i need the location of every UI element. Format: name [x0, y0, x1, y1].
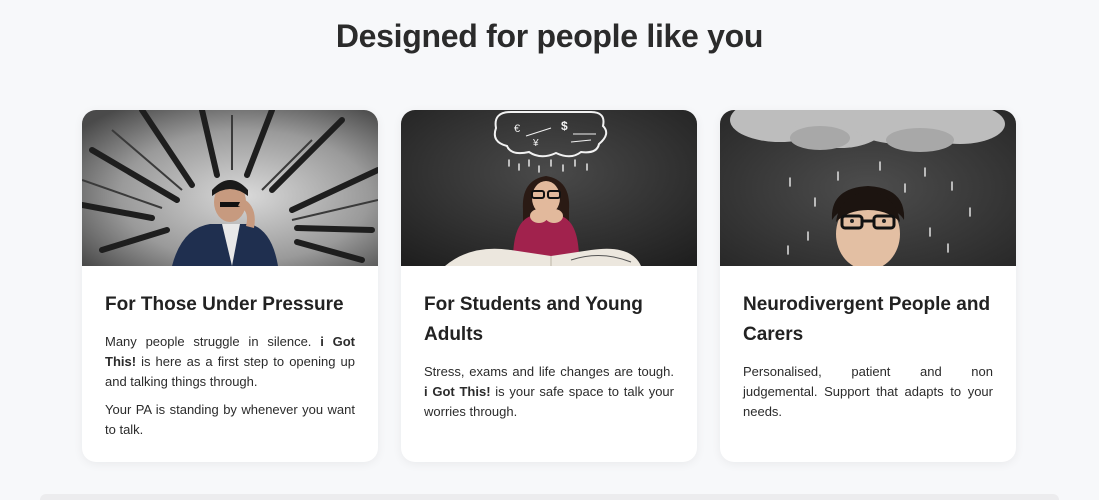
dollar-symbol: $: [561, 119, 568, 133]
paragraph-text: Personalised, patient and non judgementa…: [743, 364, 993, 419]
paragraph-text: is here as a first step to opening up an…: [105, 354, 355, 389]
card-title: For Students and Young Adults: [424, 294, 643, 345]
card-body: Neurodivergent People and Carers Persona…: [720, 266, 1016, 450]
section-title: Designed for people like you: [335, 18, 764, 54]
paragraph-text: Stress, exams and life changes are tough…: [424, 364, 674, 379]
card-title: For Those Under Pressure: [105, 294, 344, 315]
card-paragraph: Your PA is standing by whenever you want…: [105, 400, 355, 440]
page: Designed for people like you For Those U…: [0, 0, 1099, 500]
card-body: For Students and Young Adults Stress, ex…: [401, 266, 697, 450]
stressed-man-image: [82, 110, 378, 266]
card-body: For Those Under Pressure Many people str…: [82, 266, 378, 462]
card-title: Neurodivergent People and Carers: [743, 294, 991, 345]
yen-symbol: ¥: [532, 138, 539, 149]
card-students: € $ ¥ For Students and Young Adults Stre…: [401, 110, 697, 462]
cards-row: For Those Under Pressure Many people str…: [82, 110, 1016, 462]
euro-symbol: €: [514, 123, 520, 135]
next-section-edge: [40, 494, 1059, 500]
student-worry-image: € $ ¥: [401, 110, 697, 266]
paragraph-text: Many people struggle in silence.: [105, 334, 321, 349]
card-paragraph: Personalised, patient and non judgementa…: [743, 362, 993, 422]
card-under-pressure: For Those Under Pressure Many people str…: [82, 110, 378, 462]
brand-name: i Got This!: [424, 384, 491, 399]
rain-cloud-person-image: [720, 110, 1016, 266]
card-paragraph: Stress, exams and life changes are tough…: [424, 362, 674, 422]
card-paragraph: Many people struggle in silence. i Got T…: [105, 332, 355, 392]
paragraph-text: Your PA is standing by whenever you want…: [105, 402, 355, 437]
card-neurodivergent: Neurodivergent People and Carers Persona…: [720, 110, 1016, 462]
